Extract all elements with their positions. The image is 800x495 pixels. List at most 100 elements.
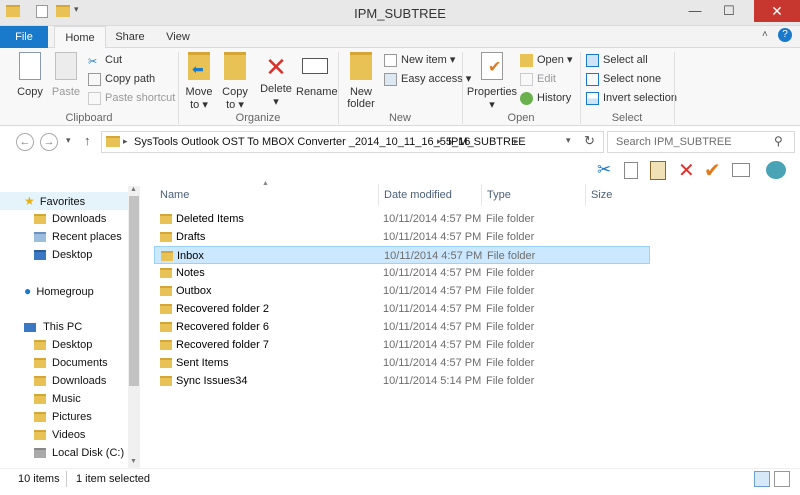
delete-icon[interactable]: ✕ bbox=[678, 158, 695, 183]
nav-desktop[interactable]: Desktop bbox=[0, 246, 128, 264]
details-view-icon[interactable] bbox=[754, 471, 770, 487]
table-row[interactable]: Recovered folder 2 10/11/2014 4:57 PM File… bbox=[154, 300, 650, 318]
search-icon[interactable]: ⚲ bbox=[774, 134, 783, 148]
column-date-modified[interactable]: Date modified bbox=[384, 186, 452, 204]
nav-music[interactable]: Music bbox=[0, 390, 128, 408]
nav-label: Music bbox=[52, 393, 81, 405]
new-folder-button[interactable]: New folder bbox=[342, 52, 380, 110]
table-row[interactable]: Sync Issues34 10/11/2014 5:14 PM File fold… bbox=[154, 372, 650, 390]
table-row[interactable]: Recovered folder 7 10/11/2014 4:57 PM File… bbox=[154, 336, 650, 354]
nav-local-disk[interactable]: Local Disk (C:) bbox=[0, 444, 128, 462]
column-divider[interactable] bbox=[481, 184, 482, 206]
checkmark-icon[interactable]: ✔ bbox=[704, 158, 721, 183]
table-row[interactable]: Recovered folder 6 10/11/2014 4:57 PM File… bbox=[154, 318, 650, 336]
shell-icon[interactable] bbox=[766, 161, 786, 179]
collapse-ribbon-icon[interactable]: ˄ bbox=[762, 29, 768, 40]
up-arrow-icon[interactable]: ↑ bbox=[84, 133, 91, 148]
back-arrow-icon[interactable]: ← bbox=[16, 133, 34, 151]
nav-homegroup[interactable]: ● Homegroup bbox=[0, 282, 128, 300]
tab-view[interactable]: View bbox=[158, 26, 198, 48]
homegroup-icon: ● bbox=[24, 284, 32, 298]
tab-home[interactable]: Home bbox=[54, 26, 106, 49]
nav-pc-downloads[interactable]: Downloads bbox=[0, 372, 128, 390]
nav-pc-desktop[interactable]: Desktop bbox=[0, 336, 128, 354]
rename-label: Rename bbox=[296, 86, 338, 98]
file-date: 10/11/2014 4:57 PM bbox=[383, 357, 482, 369]
search-placeholder[interactable]: Search IPM_SUBTREE bbox=[616, 136, 732, 148]
column-divider[interactable] bbox=[585, 184, 586, 206]
easy-access-button[interactable]: Easy access ▾ bbox=[384, 71, 471, 88]
copy-path-button[interactable]: Copy path bbox=[88, 71, 155, 88]
copy-to-button[interactable]: Copy to ▾ bbox=[218, 52, 252, 111]
properties-button[interactable]: ✔ Properties ▾ bbox=[466, 52, 518, 111]
paste-button[interactable]: Paste bbox=[48, 52, 84, 98]
close-button[interactable]: ✕ bbox=[754, 0, 800, 22]
copy-icon[interactable] bbox=[624, 162, 638, 179]
table-row[interactable]: Sent Items 10/11/2014 4:57 PM File folder bbox=[154, 354, 650, 372]
rename-button[interactable]: Rename bbox=[296, 52, 338, 98]
nav-documents[interactable]: Documents bbox=[0, 354, 128, 372]
help-icon[interactable]: ? bbox=[778, 28, 792, 42]
breadcrumb-item[interactable]: SysTools Outlook OST To MBOX Converter _… bbox=[134, 136, 470, 148]
invert-selection-button[interactable]: Invert selection bbox=[586, 90, 677, 107]
refresh-icon[interactable]: ↻ bbox=[584, 133, 595, 149]
nav-scrollbar-thumb[interactable] bbox=[129, 196, 139, 386]
table-row[interactable]: Drafts 10/11/2014 4:57 PM File folder bbox=[154, 228, 650, 246]
column-name[interactable]: Name bbox=[160, 186, 189, 204]
history-button[interactable]: History bbox=[520, 90, 571, 107]
folder-icon bbox=[160, 232, 172, 242]
address-history-dropdown[interactable]: ▾ bbox=[566, 135, 571, 146]
file-type: File folder bbox=[487, 250, 536, 262]
new-item-button[interactable]: New item ▾ bbox=[384, 52, 455, 69]
select-none-button[interactable]: Select none bbox=[586, 71, 661, 88]
nav-downloads[interactable]: Downloads bbox=[0, 210, 128, 228]
clipboard-icon bbox=[55, 52, 77, 80]
nav-label: Local Disk (C:) bbox=[52, 447, 125, 459]
select-none-icon bbox=[586, 72, 599, 86]
delete-button[interactable]: ✕ Delete ▾ bbox=[258, 52, 294, 108]
table-row[interactable]: Notes 10/11/2014 4:57 PM File folder bbox=[154, 264, 650, 282]
file-date: 10/11/2014 4:57 PM bbox=[383, 321, 482, 333]
nav-this-pc[interactable]: This PC bbox=[0, 318, 128, 336]
table-row[interactable]: Outbox 10/11/2014 4:57 PM File folder bbox=[154, 282, 650, 300]
minimize-button[interactable]: — bbox=[680, 0, 710, 22]
move-to-button[interactable]: ⬅ Move to ▾ bbox=[182, 52, 216, 111]
paste-icon[interactable] bbox=[650, 161, 666, 180]
nav-recent-places[interactable]: Recent places bbox=[0, 228, 128, 246]
recent-locations-icon[interactable]: ▾ bbox=[66, 135, 71, 146]
nav-pictures[interactable]: Pictures bbox=[0, 408, 128, 426]
disk-icon bbox=[34, 448, 46, 459]
open-icon bbox=[520, 53, 533, 67]
forward-arrow-icon[interactable]: → bbox=[40, 133, 58, 151]
table-row[interactable]: Inbox 10/11/2014 4:57 PM File folder bbox=[154, 246, 650, 264]
folder-icon bbox=[106, 136, 120, 147]
edit-button[interactable]: Edit bbox=[520, 71, 556, 88]
tab-file[interactable]: File bbox=[0, 26, 48, 48]
nav-favorites[interactable]: ★ Favorites bbox=[0, 192, 128, 210]
paste-shortcut-button[interactable]: Paste shortcut bbox=[88, 90, 175, 107]
folder-icon bbox=[161, 251, 173, 261]
file-type: File folder bbox=[486, 339, 535, 351]
open-group-label: Open bbox=[507, 112, 535, 124]
file-date: 10/11/2014 4:57 PM bbox=[383, 213, 482, 225]
table-row[interactable]: Deleted Items 10/11/2014 4:57 PM File fold… bbox=[154, 210, 650, 228]
select-all-button[interactable]: Select all bbox=[586, 52, 648, 69]
downloads-icon bbox=[34, 214, 46, 225]
file-date: 10/11/2014 4:57 PM bbox=[383, 231, 482, 243]
tab-share[interactable]: Share bbox=[110, 26, 150, 48]
column-size[interactable]: Size bbox=[591, 186, 612, 204]
scroll-down-icon[interactable]: ▼ bbox=[130, 458, 137, 465]
scroll-up-icon[interactable]: ▲ bbox=[130, 186, 137, 193]
column-type[interactable]: Type bbox=[487, 186, 511, 204]
maximize-button[interactable]: ☐ bbox=[714, 0, 744, 22]
rename-icon[interactable] bbox=[732, 163, 750, 177]
cut-button[interactable]: ✂ Cut bbox=[88, 52, 122, 69]
copy-button[interactable]: Copy bbox=[12, 52, 48, 98]
file-type: File folder bbox=[486, 267, 535, 279]
nav-videos[interactable]: Videos bbox=[0, 426, 128, 444]
large-icons-view-icon[interactable] bbox=[774, 471, 790, 487]
column-divider[interactable] bbox=[378, 184, 379, 206]
cut-icon[interactable]: ✂ bbox=[597, 160, 611, 180]
nav-label: This PC bbox=[43, 321, 83, 333]
open-button[interactable]: Open ▾ bbox=[520, 52, 573, 69]
